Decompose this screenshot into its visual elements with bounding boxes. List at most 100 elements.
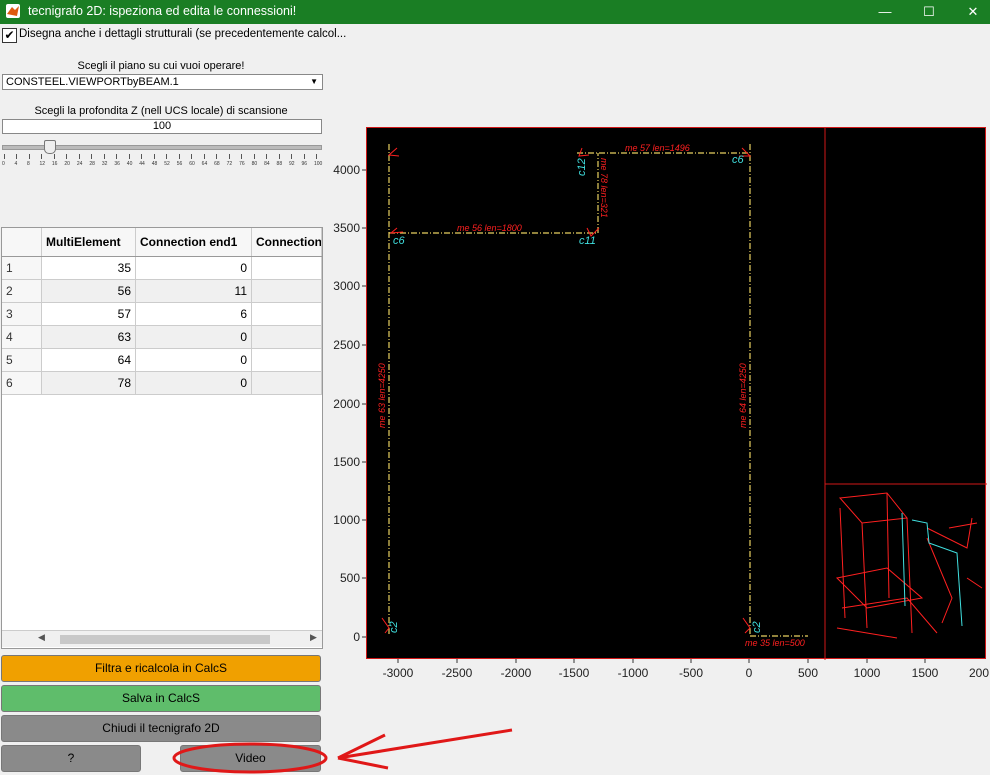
slider-tick-mark <box>153 154 155 159</box>
structural-details-label: Disegna anche i dettagli strutturali (se… <box>19 28 347 40</box>
beam-label: me 78 len=321 <box>599 158 609 218</box>
y-tick: 0 <box>353 630 360 644</box>
cell-connection-end1[interactable]: 11 <box>136 280 252 302</box>
x-tick: -3000 <box>383 666 414 680</box>
y-tick: 4000 <box>333 163 360 177</box>
minimize-button[interactable]: — <box>862 0 908 24</box>
slider-tick-label: 60 <box>189 161 195 167</box>
row-index: 2 <box>2 280 42 302</box>
x-tick: -1500 <box>559 666 590 680</box>
slider-tick-mark <box>216 154 218 159</box>
slider-tick-labels: 0 4 8 12 16 20 24 28 32 36 40 44 48 52 56 60 64 68 72 76 80 8… <box>2 154 323 170</box>
cell-connection-end1[interactable]: 0 <box>136 326 252 348</box>
slider-tick-label: 32 <box>101 161 108 167</box>
slider-tick-mark <box>166 154 168 159</box>
table-row[interactable]: 2 56 11 <box>2 280 322 303</box>
header-connection-end1[interactable]: Connection end1 <box>136 228 252 256</box>
cell-multielement[interactable]: 57 <box>42 303 136 325</box>
row-index: 1 <box>2 257 42 279</box>
row-index: 6 <box>2 372 42 394</box>
x-tick: 500 <box>798 666 818 680</box>
slider-tick-mark <box>316 154 317 159</box>
beam-label: me 57 len=1496 <box>625 143 690 153</box>
slider-tick-label: 28 <box>89 161 95 167</box>
cell-multielement[interactable]: 63 <box>42 326 136 348</box>
cell-connection-end1[interactable]: 6 <box>136 303 252 325</box>
cell-connection[interactable] <box>252 280 322 302</box>
slider-tick-label: 76 <box>239 161 245 167</box>
depth-slider[interactable]: 0 4 8 12 16 20 24 28 32 36 40 44 48 52 56 60 64 68 72 76 80 8… <box>2 140 323 170</box>
x-tick: -2000 <box>501 666 532 680</box>
connections-plot-canvas[interactable]: me 57 len=1496 me 56 len=1800 me 78 len=… <box>366 127 987 660</box>
y-tick: 1000 <box>333 513 360 527</box>
cell-connection-end1[interactable]: 0 <box>136 349 252 371</box>
scrollbar-thumb[interactable] <box>60 635 270 644</box>
cell-connection[interactable] <box>252 372 322 394</box>
slider-thumb[interactable] <box>44 140 56 154</box>
slider-tick-mark <box>128 154 130 159</box>
slider-tick-mark <box>278 154 280 159</box>
table-row[interactable]: 4 63 0 <box>2 326 322 349</box>
scroll-left-icon[interactable]: ◀ <box>38 632 45 643</box>
depth-prompt-label: Scegli la profondita Z (nell UCS locale)… <box>34 105 288 117</box>
cell-multielement[interactable]: 78 <box>42 372 136 394</box>
slider-tick-label: 12 <box>39 161 45 167</box>
structural-details-checkbox[interactable]: ✔ <box>2 28 17 43</box>
cell-multielement[interactable]: 64 <box>42 349 136 371</box>
cell-connection[interactable] <box>252 257 322 279</box>
table-row[interactable]: 6 78 0 <box>2 372 322 395</box>
slider-tick-label: 88 <box>276 161 283 167</box>
maximize-button[interactable]: ☐ <box>906 0 952 24</box>
table-row[interactable]: 1 35 0 <box>2 257 322 280</box>
x-tick: -500 <box>679 666 703 680</box>
cell-connection[interactable] <box>252 326 322 348</box>
connections-table[interactable]: MultiElement Connection end1 Connection … <box>1 227 323 649</box>
slider-tick-mark <box>4 154 5 159</box>
connection-labels: c12 c6 c6 c11 c2 c2 <box>388 154 763 633</box>
beam-label: me 64 len=4250 <box>738 363 748 428</box>
marker <box>578 147 590 157</box>
slider-tick-mark <box>78 154 80 159</box>
slider-tick-mark <box>66 154 68 159</box>
table-row[interactable]: 5 64 0 <box>2 349 322 372</box>
slider-tick-label: 40 <box>126 161 133 167</box>
table-row[interactable]: 3 57 6 <box>2 303 322 326</box>
video-button[interactable]: Video <box>180 745 321 772</box>
slider-tick-label: 0 <box>2 161 5 167</box>
cell-connection-end1[interactable]: 0 <box>136 257 252 279</box>
cell-connection-end1[interactable]: 0 <box>136 372 252 394</box>
scroll-right-icon[interactable]: ▶ <box>310 632 317 643</box>
header-connection[interactable]: Connection <box>252 228 322 256</box>
marker <box>387 147 400 157</box>
close-window-button[interactable]: ✕ <box>950 0 990 24</box>
connection-label: c12 <box>576 158 588 176</box>
x-tick: 1500 <box>912 666 939 680</box>
x-tick: 0 <box>746 666 753 680</box>
cell-multielement[interactable]: 35 <box>42 257 136 279</box>
cell-multielement[interactable]: 56 <box>42 280 136 302</box>
slider-tick-label: 100 <box>314 161 323 167</box>
save-calcs-button[interactable]: Salva in CalcS <box>1 685 321 712</box>
slider-tick-mark <box>241 154 243 159</box>
connection-label: c2 <box>388 621 400 633</box>
help-button[interactable]: ? <box>1 745 141 772</box>
slider-tick-label: 24 <box>76 161 83 167</box>
marker <box>742 617 751 634</box>
cell-connection[interactable] <box>252 303 322 325</box>
x-tick: -2500 <box>442 666 473 680</box>
header-multielement[interactable]: MultiElement <box>42 228 136 256</box>
header-index <box>2 228 42 256</box>
row-index: 4 <box>2 326 42 348</box>
depth-input[interactable]: 100 <box>2 119 322 134</box>
close-tecnigrafo-button[interactable]: Chiudi il tecnigrafo 2D <box>1 715 321 742</box>
table-horizontal-scrollbar[interactable]: ◀ ▶ <box>2 630 322 647</box>
slider-tick-label: 84 <box>264 161 270 167</box>
beam-label: me 35 len=500 <box>745 638 805 648</box>
filter-recalculate-button[interactable]: Filtra e ricalcola in CalcS <box>1 655 321 682</box>
slider-tick-mark <box>228 154 230 159</box>
cell-connection[interactable] <box>252 349 322 371</box>
3d-preview-wireframe <box>835 492 983 639</box>
y-tick: 3500 <box>333 221 360 235</box>
plane-dropdown[interactable]: CONSTEEL.VIEWPORTbyBEAM.1 ▼ <box>2 74 323 90</box>
slider-tick-mark <box>203 154 205 159</box>
